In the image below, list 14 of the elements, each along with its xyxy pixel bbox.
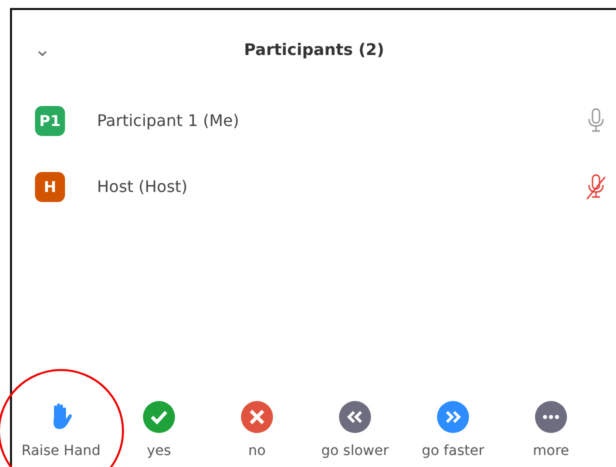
reaction-button[interactable]: no <box>208 391 306 465</box>
muted-microphone-icon[interactable] <box>586 174 606 200</box>
microphone-icon[interactable] <box>586 108 606 134</box>
participant-name: Participant 1 (Me) <box>97 110 240 132</box>
avatar: P1 <box>35 106 65 136</box>
reaction-button[interactable]: go slower <box>306 391 404 465</box>
participant-name: Host (Host) <box>97 176 188 198</box>
panel-title: Participants (2) <box>244 39 384 61</box>
reaction-button[interactable]: Raise Hand <box>12 391 110 465</box>
reaction-button[interactable]: more <box>502 391 600 465</box>
reaction-button[interactable]: yes <box>110 391 208 465</box>
collapse-icon[interactable]: ⌄ <box>34 39 51 59</box>
avatar: H <box>35 172 65 202</box>
reaction-button[interactable]: go faster <box>404 391 502 465</box>
